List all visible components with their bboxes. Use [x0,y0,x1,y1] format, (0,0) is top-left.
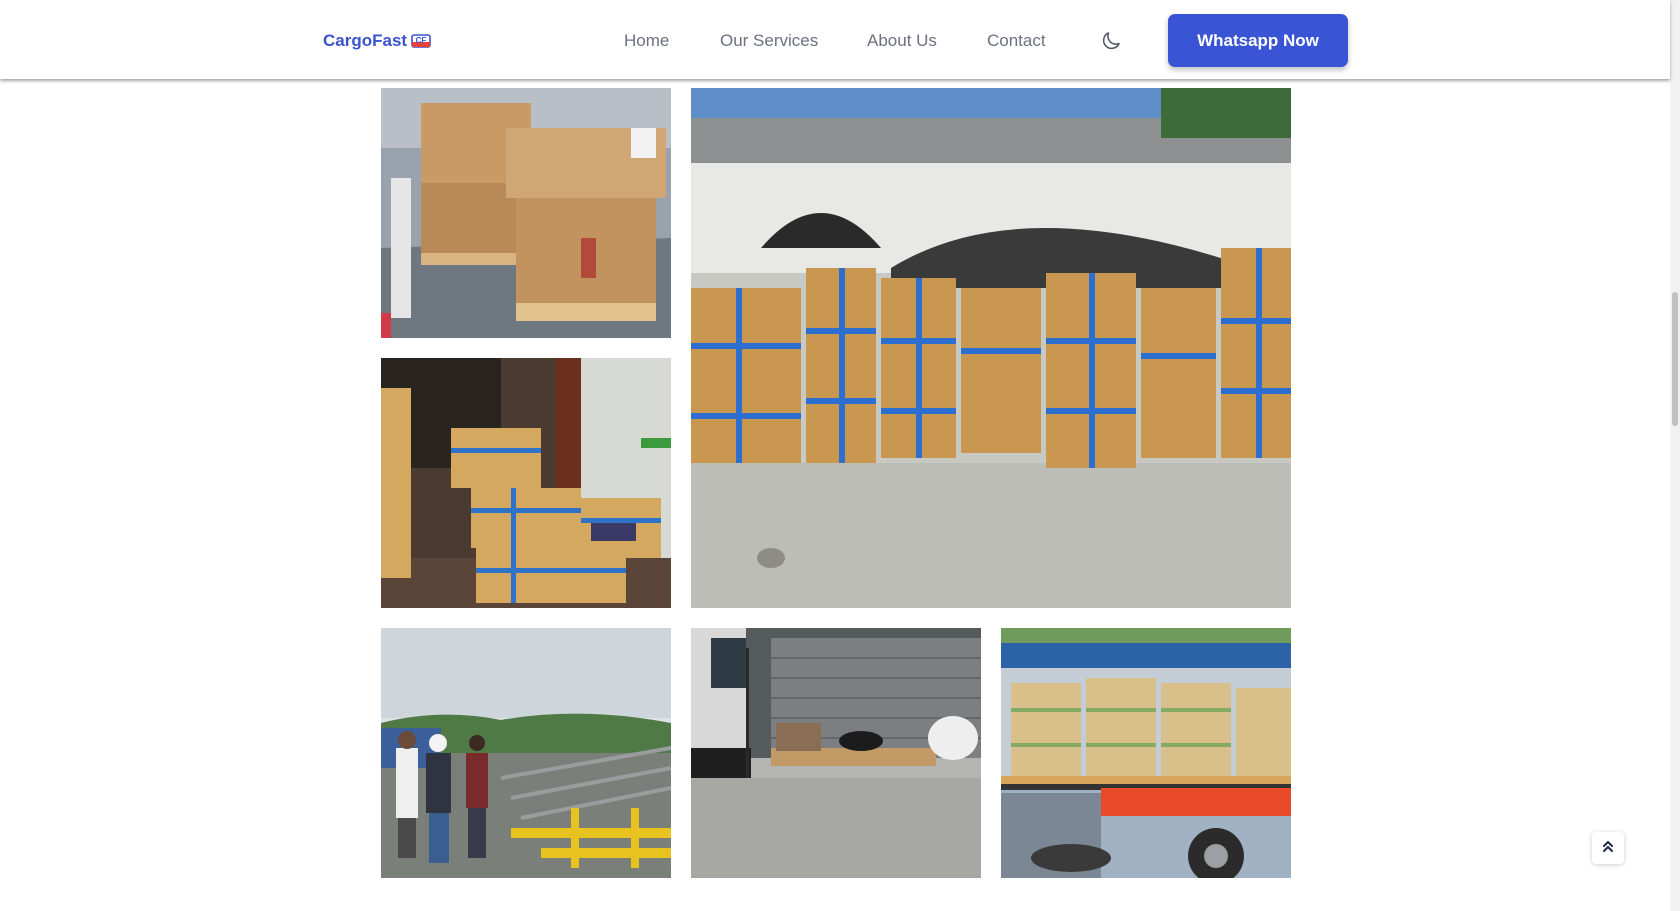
scrollbar-thumb[interactable] [1672,292,1678,426]
scrollbar-track[interactable] [1670,0,1680,911]
nav-home[interactable]: Home [624,28,669,54]
gallery-photo-boxes-truck[interactable] [381,88,671,338]
back-to-top-button[interactable] [1592,832,1624,864]
gallery-photo-site-inspection[interactable] [381,628,671,878]
whatsapp-now-button[interactable]: Whatsapp Now [1168,14,1348,67]
nav-our-services[interactable]: Our Services [720,28,818,54]
logo[interactable]: CargoFast CF [323,28,431,54]
nav-about-us[interactable]: About Us [867,28,937,54]
logo-text: CargoFast [323,31,408,50]
gallery-photo-truck-pallets[interactable] [1001,628,1291,878]
site-header: CargoFast CF Home Our Services About Us … [0,0,1670,79]
gallery-photo-loading-bay[interactable] [691,628,981,878]
logo-badge-text: CF [416,36,427,45]
logo-badge-icon: CF [411,33,431,49]
moon-icon[interactable] [1099,29,1123,53]
nav-contact[interactable]: Contact [987,28,1046,54]
chevrons-up-icon [1601,839,1615,858]
gallery-photo-boxes-indoor[interactable] [381,358,671,608]
gallery-photo-warehouse-boxes[interactable] [691,88,1291,608]
